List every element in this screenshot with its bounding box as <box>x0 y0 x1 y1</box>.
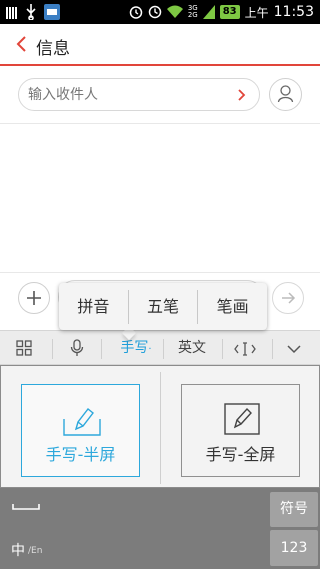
mode-stroke[interactable]: 笔画 <box>198 283 267 330</box>
symbol-key[interactable]: 符号 <box>270 492 318 527</box>
toolbar-separator <box>101 339 102 359</box>
pen-full-icon <box>224 403 260 435</box>
chevron-down-icon[interactable] <box>286 342 302 356</box>
toolbar-separator <box>163 339 164 359</box>
status-right-icons: 3G 2G 83 上午 11:53 <box>129 2 314 22</box>
active-indicator: · <box>148 344 152 355</box>
recipient-input[interactable] <box>28 84 228 106</box>
grid-icon[interactable] <box>16 340 32 356</box>
tab-english[interactable]: 英文 <box>172 331 212 366</box>
clock-icon <box>148 5 162 19</box>
language-switch-key[interactable]: 中 /En <box>0 530 52 569</box>
microphone-icon[interactable] <box>70 339 84 358</box>
input-mode-popup: 拼音 五笔 笔画 <box>59 283 267 330</box>
chevron-left-icon[interactable] <box>12 34 32 54</box>
handwriting-half-label: 手写-半屏 <box>45 445 116 464</box>
pen-half-icon <box>63 408 101 436</box>
arrow-right-icon <box>282 292 296 304</box>
handwriting-full-label: 手写-全屏 <box>205 445 276 464</box>
wifi-icon <box>166 5 183 18</box>
status-am-pm: 上午 <box>244 5 269 20</box>
battery-icon: 83 <box>219 5 240 19</box>
mobile-signal-icon <box>202 5 215 19</box>
panel-divider <box>160 372 161 484</box>
handwriting-panel: 手写-半屏 手写-全屏 <box>0 365 320 488</box>
status-bar: 3G 2G 83 上午 11:53 <box>0 0 320 24</box>
toolbar-separator <box>222 339 223 359</box>
usb-icon <box>26 4 36 20</box>
plus-icon <box>27 291 41 305</box>
cursor-move-icon[interactable] <box>234 341 256 357</box>
recipient-row <box>0 66 320 124</box>
chevron-right-icon[interactable] <box>237 85 247 105</box>
mode-pinyin[interactable]: 拼音 <box>59 283 128 330</box>
status-time: 11:53 <box>273 4 314 20</box>
signal-bars-icon <box>6 7 17 19</box>
toolbar-separator <box>272 339 273 359</box>
status-left-icons <box>6 3 60 21</box>
tab-handwriting[interactable]: 手写· <box>116 331 156 366</box>
keyboard-toolbar: 手写· 英文 <box>0 330 320 365</box>
alarm-icon <box>129 6 143 19</box>
handwriting-full-screen-button[interactable]: 手写-全屏 <box>181 384 300 477</box>
add-contact-button[interactable] <box>269 78 302 111</box>
app-header: 信息 <box>0 24 320 66</box>
add-attachment-button[interactable] <box>18 282 50 314</box>
page-title: 信息 <box>36 39 70 59</box>
person-icon <box>277 85 294 103</box>
number-key[interactable]: 123 <box>270 530 318 566</box>
network-type-label: 3G 2G <box>187 4 198 19</box>
app-notification-icon <box>44 4 60 20</box>
space-key[interactable] <box>0 488 52 529</box>
send-button[interactable] <box>272 282 304 314</box>
mode-wubi[interactable]: 五笔 <box>129 283 198 330</box>
toolbar-separator <box>52 339 53 359</box>
handwriting-half-screen-button[interactable]: 手写-半屏 <box>21 384 140 477</box>
recipient-field[interactable] <box>18 78 260 111</box>
keyboard-bottom-row: 中 /En 符号 123 <box>0 488 320 569</box>
